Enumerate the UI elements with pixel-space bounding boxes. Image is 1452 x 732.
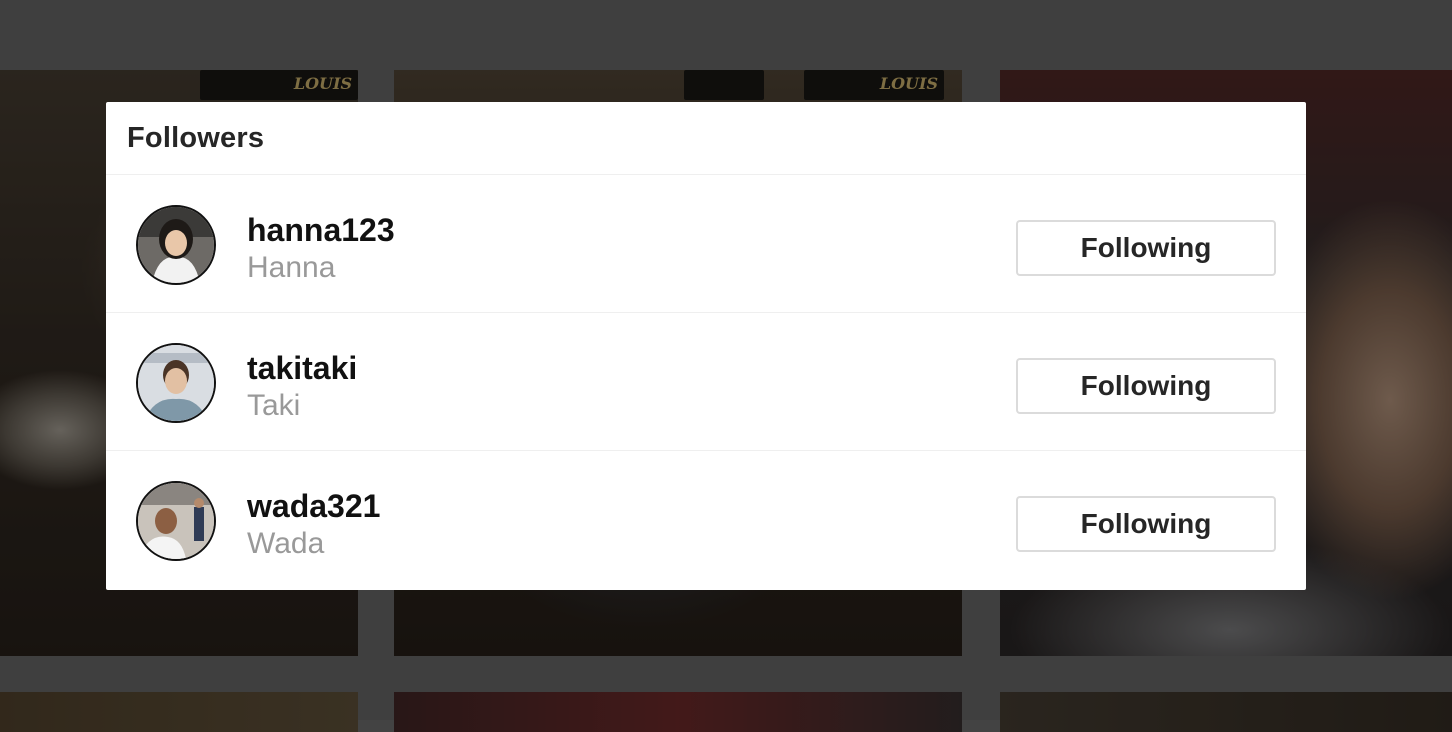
avatar[interactable] xyxy=(136,481,216,561)
grid-photo xyxy=(1000,692,1452,732)
avatar[interactable] xyxy=(136,343,216,423)
avatar-photo-icon xyxy=(138,207,214,283)
followers-modal: Followers hanna123 Hanna Following takit… xyxy=(106,102,1306,590)
follower-row: wada321 Wada Following xyxy=(106,451,1306,589)
follower-names: hanna123 Hanna xyxy=(247,211,395,287)
avatar-photo-icon xyxy=(138,345,214,421)
full-name: Taki xyxy=(247,389,301,422)
following-button[interactable]: Following xyxy=(1016,496,1276,552)
following-button[interactable]: Following xyxy=(1016,220,1276,276)
full-name: Hanna xyxy=(247,251,336,284)
grid-photo xyxy=(0,692,358,732)
following-button[interactable]: Following xyxy=(1016,358,1276,414)
grid-photo xyxy=(394,692,962,732)
username[interactable]: takitaki xyxy=(247,349,357,387)
follower-row: takitaki Taki Following xyxy=(106,313,1306,451)
avatar[interactable] xyxy=(136,205,216,285)
follower-names: takitaki Taki xyxy=(247,349,357,425)
follower-names: wada321 Wada xyxy=(247,487,380,563)
username[interactable]: hanna123 xyxy=(247,211,395,249)
modal-header: Followers xyxy=(106,102,1306,175)
full-name: Wada xyxy=(247,527,325,560)
follower-row: hanna123 Hanna Following xyxy=(106,175,1306,313)
avatar-photo-icon xyxy=(138,483,214,559)
username[interactable]: wada321 xyxy=(247,487,380,525)
modal-title: Followers xyxy=(127,121,265,154)
